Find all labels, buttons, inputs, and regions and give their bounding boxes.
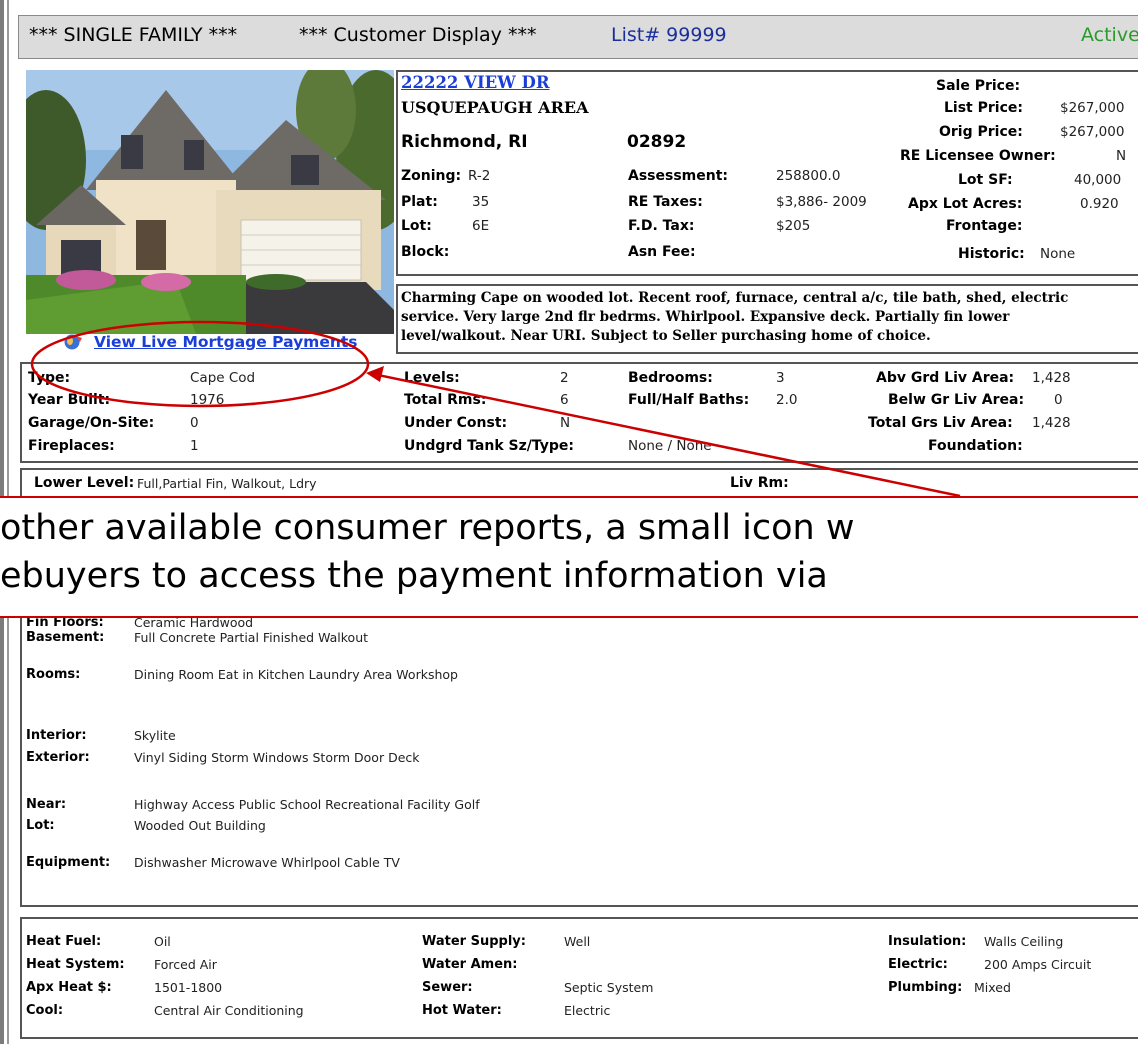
annotation-overlay xyxy=(30,320,961,498)
pointer-arrowhead xyxy=(366,366,384,382)
pointer-arrow-line xyxy=(377,373,961,498)
highlight-ellipse xyxy=(30,320,370,408)
